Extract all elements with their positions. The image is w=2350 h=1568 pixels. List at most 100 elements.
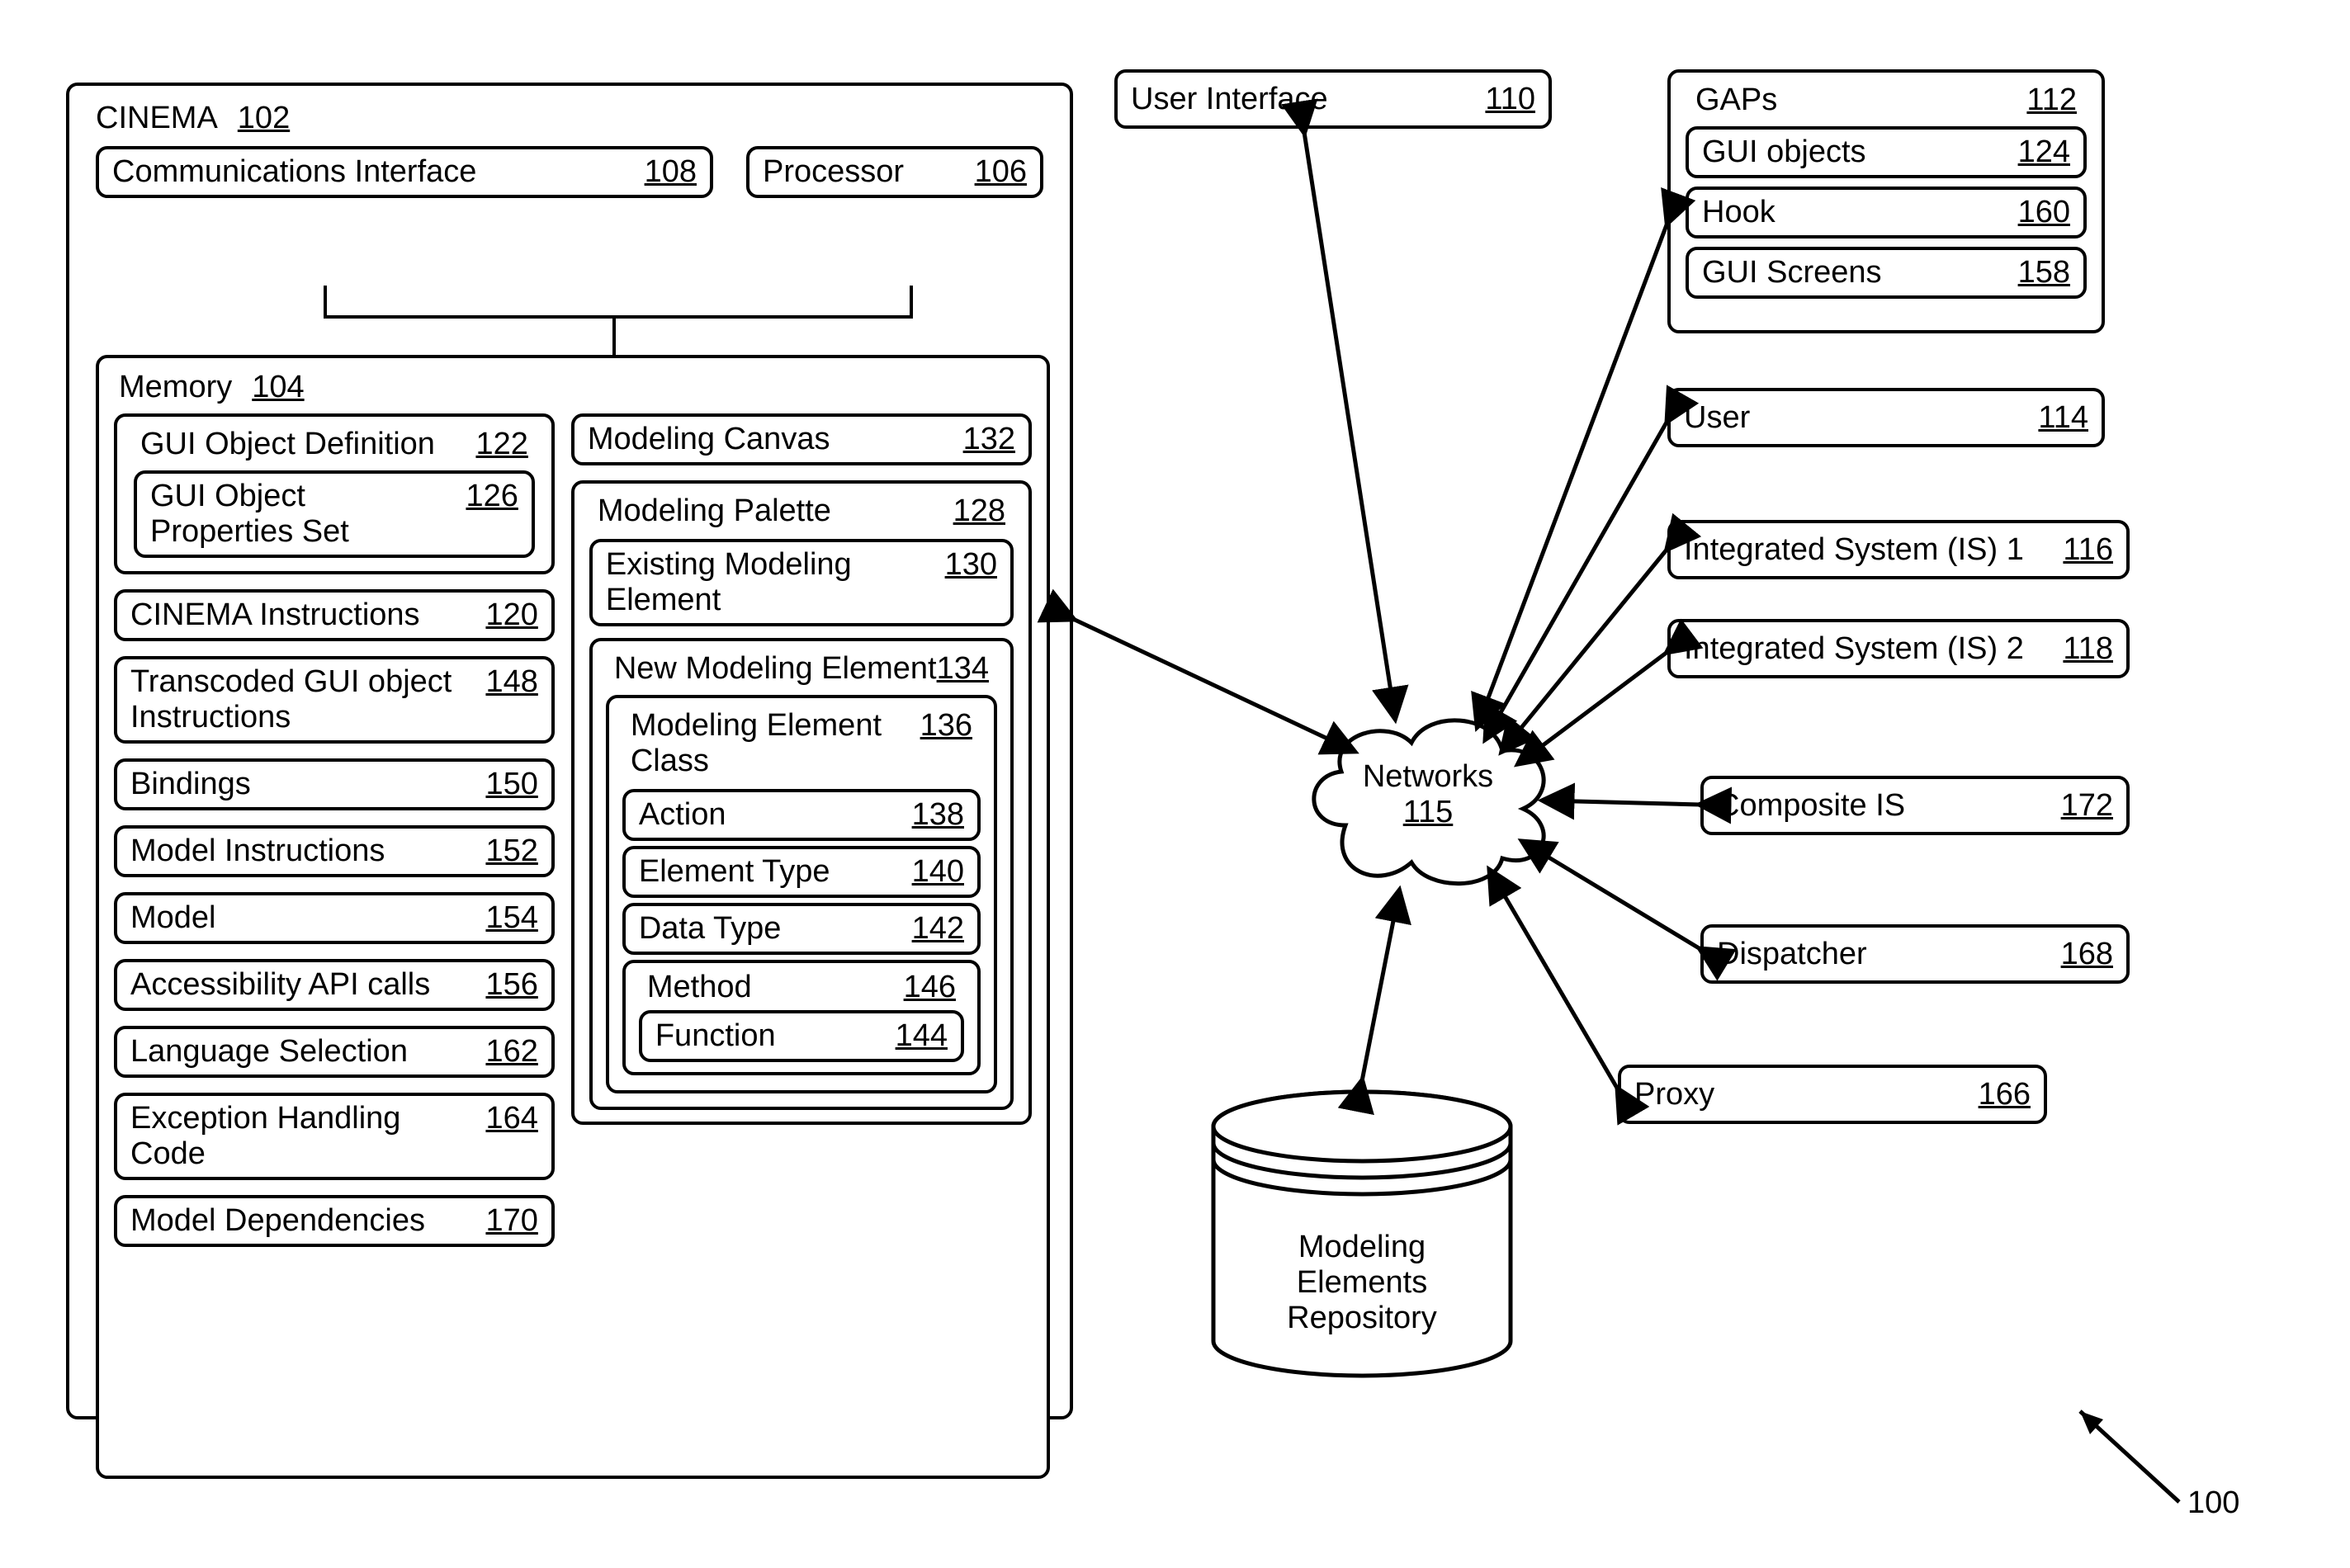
cinema-instr-label: CINEMA Instructions [130,597,420,633]
dtype-box: Data Type 142 [622,903,981,955]
new-elem-ref: 134 [937,651,989,687]
dep-label: Model Dependencies [130,1203,425,1239]
existing-elem-label: Existing Modeling Element [606,547,887,618]
gui-screens-box: GUI Screens 158 [1686,247,2087,299]
gui-def-label: GUI Object Definition [140,427,435,462]
lang-sel-label: Language Selection [130,1034,408,1070]
user-label: User [1684,400,1750,436]
gui-objects-box: GUI objects 124 [1686,126,2087,178]
user-box: User 114 [1667,388,2105,447]
disp-label: Dispatcher [1717,937,1867,972]
composite-is-box: Composite IS 172 [1700,776,2130,835]
comp-ref: 172 [2061,788,2113,824]
disp-ref: 168 [2061,937,2113,972]
proc-ref: 106 [975,154,1027,190]
exc-ref: 164 [485,1101,537,1136]
proc-label: Processor [763,154,904,190]
memory-left-col: GUI Object Definition 122 GUI Object Pro… [114,413,555,1247]
method-label: Method [647,970,752,1005]
lang-sel-ref: 162 [485,1034,537,1070]
cinema-title: CINEMA [96,101,218,136]
comp-label: Composite IS [1717,788,1905,824]
new-elem-label: New Modeling Element [614,651,937,687]
cinema-box: CINEMA 102 Communications Interface 108 … [66,83,1073,1419]
proxy-label: Proxy [1634,1077,1714,1112]
ui-ref: 110 [1485,82,1535,117]
cinema-ref: 102 [238,101,290,136]
action-ref: 138 [912,797,964,833]
comm-ref: 108 [645,154,697,190]
bindings-ref: 150 [485,767,537,802]
hook-ref: 160 [2018,195,2070,230]
model-instr-box: Model Instructions 152 [114,825,555,877]
gui-screens-ref: 158 [2018,255,2070,290]
is2-label: Integrated System (IS) 2 [1684,631,2024,667]
palette-box: Modeling Palette 128 Existing Modeling E… [571,480,1032,1125]
gaps-box: GAPs 112 GUI objects 124 Hook 160 GUI Sc… [1667,69,2105,333]
networks-ref: 115 [1403,795,1454,829]
gui-props-box: GUI Object Properties Set 126 [134,470,535,558]
gui-def-box: GUI Object Definition 122 GUI Object Pro… [114,413,555,574]
elem-class-box: Modeling Element Class 136 Action 138 El… [606,695,997,1093]
etype-label: Element Type [639,854,830,890]
cinema-instr-ref: 120 [485,597,537,633]
networks-label: Networks 115 [1354,759,1502,830]
canvas-ref: 132 [963,422,1015,457]
dtype-label: Data Type [639,911,782,947]
gui-objects-label: GUI objects [1702,135,1866,170]
transcoded-ref: 148 [485,664,537,700]
palette-label: Modeling Palette [598,494,831,529]
method-box: Method 146 Function 144 [622,960,981,1075]
bindings-box: Bindings 150 [114,758,555,810]
proxy-box: Proxy 166 [1618,1065,2047,1124]
model-box: Model 154 [114,892,555,944]
function-label: Function [655,1018,776,1054]
repository-label: Modeling Elements Repository [1230,1230,1494,1336]
processor-box: Processor 106 [746,146,1043,198]
comm-label: Communications Interface [112,154,476,190]
acc-api-label: Accessibility API calls [130,967,430,1003]
gaps-label: GAPs [1695,83,1777,118]
comm-interface-box: Communications Interface 108 [96,146,713,198]
transcoded-box: Transcoded GUI object Instructions 148 [114,656,555,744]
dep-ref: 170 [485,1203,537,1239]
etype-box: Element Type 140 [622,846,981,898]
ui-label: User Interface [1131,82,1328,117]
gui-def-ref: 122 [475,427,527,462]
figure-arrow-icon [2055,1395,2204,1518]
gui-props-label: GUI Object Properties Set [150,479,414,550]
memory-ref: 104 [252,370,304,405]
acc-api-box: Accessibility API calls 156 [114,959,555,1011]
transcoded-label: Transcoded GUI object Instructions [130,664,477,735]
action-label: Action [639,797,726,833]
new-elem-box: New Modeling Element 134 Modeling Elemen… [589,638,1014,1110]
dispatcher-box: Dispatcher 168 [1700,924,2130,984]
dtype-ref: 142 [912,911,964,947]
lang-sel-box: Language Selection 162 [114,1026,555,1078]
is2-ref: 118 [2063,631,2113,667]
method-ref: 146 [904,970,956,1005]
elem-class-ref: 136 [920,708,972,744]
acc-api-ref: 156 [485,967,537,1003]
function-box: Function 144 [639,1010,964,1062]
memory-box: Memory 104 GUI Object Definition 122 GUI… [96,355,1050,1479]
gui-objects-ref: 124 [2018,135,2070,170]
gui-screens-label: GUI Screens [1702,255,1882,290]
is2-box: Integrated System (IS) 2 118 [1667,619,2130,678]
is1-label: Integrated System (IS) 1 [1684,532,2024,568]
exc-box: Exception Handling Code 164 [114,1093,555,1180]
existing-elem-box: Existing Modeling Element 130 [589,539,1014,626]
gui-props-ref: 126 [466,479,518,514]
memory-title: Memory [119,370,232,405]
bindings-label: Bindings [130,767,251,802]
action-box: Action 138 [622,789,981,841]
user-ref: 114 [2038,400,2088,436]
function-ref: 144 [896,1018,948,1054]
is1-box: Integrated System (IS) 1 116 [1667,520,2130,579]
hook-box: Hook 160 [1686,187,2087,239]
is1-ref: 116 [2063,532,2113,568]
user-interface-box: User Interface 110 [1114,69,1552,129]
etype-ref: 140 [912,854,964,890]
elem-class-label: Modeling Element Class [631,708,895,779]
memory-right-col: Modeling Canvas 132 Modeling Palette 128… [571,413,1032,1247]
